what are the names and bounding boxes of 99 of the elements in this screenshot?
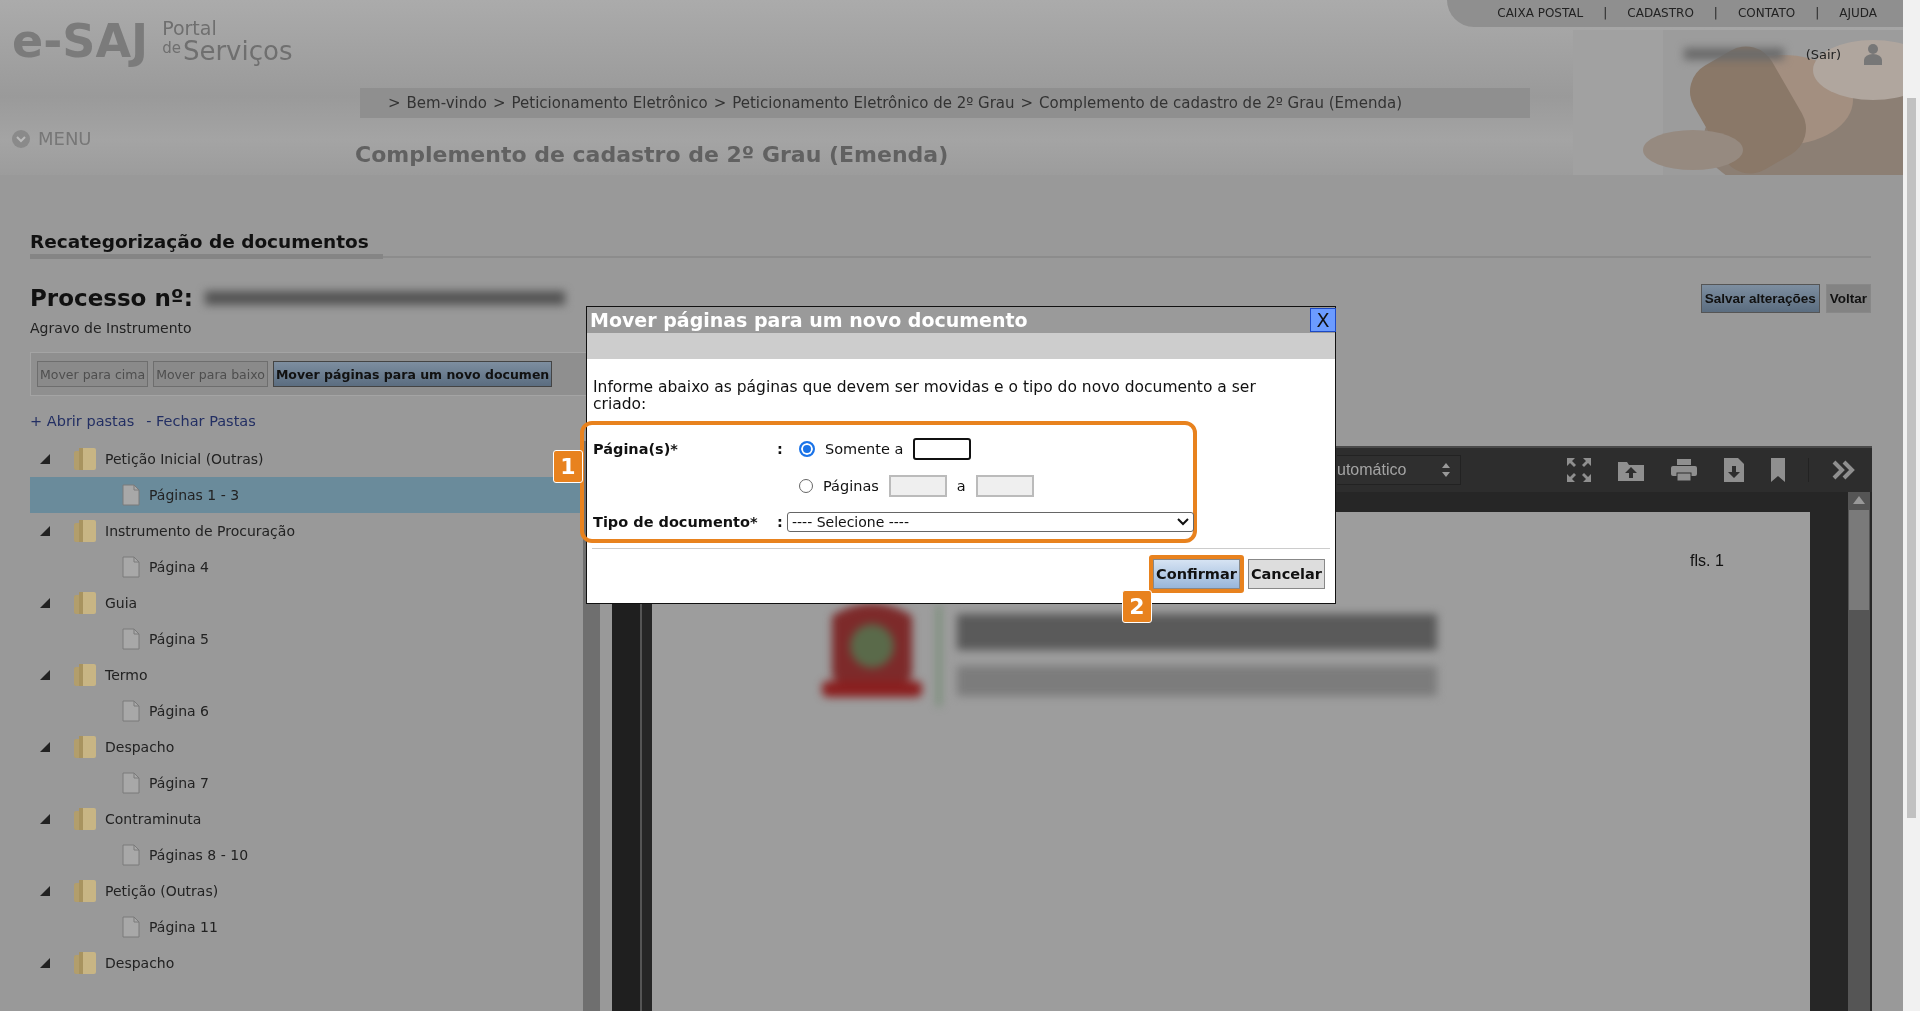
- tree-item[interactable]: Instrumento de Procuração: [30, 513, 299, 549]
- select-value: ---- Selecione ----: [792, 514, 909, 530]
- radio-button[interactable]: [799, 441, 815, 457]
- breadcrumb-link[interactable]: Peticionamento Eletrônico de 2º Grau: [732, 94, 1015, 112]
- document-type-select[interactable]: ---- Selecione ----: [787, 512, 1194, 532]
- callout-badge: 2: [1122, 590, 1152, 623]
- expanded-triangle-icon[interactable]: [39, 886, 51, 896]
- file-icon: [122, 484, 140, 506]
- tree-item[interactable]: Página 6: [30, 693, 213, 729]
- breadcrumb-separator: >: [388, 94, 401, 112]
- field-label: Página(s)*: [593, 441, 679, 457]
- confirm-button[interactable]: Confirmar: [1153, 559, 1240, 589]
- folder-upload-icon[interactable]: [1618, 459, 1644, 481]
- folder-icon: [73, 447, 97, 471]
- tree-item[interactable]: Guia: [30, 585, 142, 621]
- zoom-value: utomático: [1337, 461, 1407, 479]
- chevron-down-icon: [12, 129, 30, 148]
- tree-item[interactable]: Página 7: [30, 765, 213, 801]
- folder-icon: [73, 735, 97, 759]
- folder-link[interactable]: - Fechar Pastas: [146, 413, 256, 429]
- save-button[interactable]: Salvar alterações: [1700, 283, 1820, 313]
- folder-icon: [73, 663, 97, 687]
- logo-subtitle: Portal: [162, 18, 218, 38]
- file-icon: [122, 772, 140, 794]
- nav-link[interactable]: AJUDA: [1839, 6, 1877, 20]
- breadcrumb-separator: >: [492, 94, 506, 112]
- breadcrumb-link[interactable]: Complemento de cadastro de 2º Grau (Emenda): [1039, 94, 1402, 112]
- expanded-triangle-icon[interactable]: [39, 670, 51, 680]
- file-icon: [122, 556, 140, 578]
- tree-item[interactable]: Petição (Outras): [30, 873, 223, 909]
- breadcrumb-link[interactable]: Peticionamento Eletrônico: [511, 94, 708, 112]
- option-label: Somente a: [825, 441, 904, 457]
- print-icon[interactable]: [1671, 459, 1697, 481]
- expanded-triangle-icon[interactable]: [39, 958, 51, 968]
- process-label: Processo nº:: [30, 285, 193, 311]
- folder-icon: [73, 591, 97, 615]
- callout-badge: 1: [553, 450, 583, 483]
- nav-link[interactable]: CONTATO: [1737, 6, 1796, 20]
- expanded-triangle-icon[interactable]: [39, 454, 51, 464]
- toolbar-button[interactable]: Mover páginas para um novo documen: [272, 361, 553, 387]
- folder-link[interactable]: + Abrir pastas: [30, 413, 135, 429]
- tree-item[interactable]: Petição Inicial (Outras): [30, 441, 268, 477]
- folder-icon: [73, 519, 97, 543]
- breadcrumb-separator: >: [1020, 94, 1034, 112]
- tree-item[interactable]: Despacho: [30, 945, 179, 981]
- tree-item[interactable]: Página 4: [30, 549, 213, 585]
- chevron-down-icon: [1177, 518, 1189, 526]
- expanded-triangle-icon[interactable]: [39, 742, 51, 752]
- file-icon: [122, 916, 140, 938]
- cancel-button[interactable]: Cancelar: [1247, 559, 1325, 589]
- nav-separator: |: [1713, 6, 1718, 20]
- nav-separator: |: [1815, 6, 1820, 20]
- page-field[interactable]: [913, 438, 972, 460]
- nav-separator: |: [1603, 6, 1608, 20]
- double-chevron-icon[interactable]: [1832, 460, 1856, 480]
- nav-link[interactable]: CAIXA POSTAL: [1497, 6, 1584, 20]
- file-icon: [122, 700, 140, 722]
- folder-icon: [73, 807, 97, 831]
- fullscreen-icon[interactable]: [1567, 458, 1591, 482]
- scrollbar-thumb[interactable]: [1907, 98, 1916, 818]
- tree-item[interactable]: Páginas 1 - 3: [30, 477, 583, 513]
- tree-item[interactable]: Páginas 8 - 10: [30, 837, 253, 873]
- section-title: Recategorização de documentos: [30, 231, 383, 259]
- process-type: Agravo de Instrumento: [30, 320, 192, 336]
- zoom-select[interactable]: utomático: [1337, 455, 1461, 485]
- nav-link[interactable]: CADASTRO: [1627, 6, 1694, 20]
- option-label: Páginas: [823, 478, 879, 494]
- tree-item[interactable]: Página 11: [30, 909, 222, 945]
- expanded-triangle-icon[interactable]: [39, 814, 51, 824]
- expanded-triangle-icon[interactable]: [39, 526, 51, 536]
- page-scrollbar[interactable]: [1848, 492, 1870, 1011]
- download-icon[interactable]: [1724, 458, 1744, 482]
- page-number-label: fls. 1: [1690, 552, 1725, 570]
- tree-item[interactable]: Contraminuta: [30, 801, 206, 837]
- tree-item[interactable]: Despacho: [30, 729, 179, 765]
- tree-item[interactable]: Página 5: [30, 621, 213, 657]
- field-colon: :: [777, 441, 784, 457]
- tree-item[interactable]: Termo: [30, 657, 152, 693]
- bookmark-icon[interactable]: [1771, 458, 1785, 482]
- file-icon: [122, 628, 140, 650]
- field-label: Tipo de documento*: [593, 514, 759, 530]
- logout-link[interactable]: (Sair): [1805, 46, 1841, 62]
- dialog-title: Mover páginas para um novo documento: [590, 309, 1028, 331]
- spinner-icon: [1442, 463, 1450, 477]
- scroll-up-icon[interactable]: [1853, 496, 1865, 504]
- page-title: Complemento de cadastro de 2º Grau (Emenda): [355, 142, 949, 167]
- file-icon: [122, 844, 140, 866]
- expanded-triangle-icon[interactable]: [39, 598, 51, 608]
- back-button[interactable]: Voltar: [1825, 283, 1871, 313]
- folder-icon: [73, 951, 97, 975]
- breadcrumb-link[interactable]: Bem-vindo: [406, 94, 487, 112]
- close-button[interactable]: X: [1310, 308, 1336, 332]
- instructions-text: Informe abaixo as páginas que devem ser movidas e o tipo do novo documento a ser criado:: [593, 379, 1257, 413]
- folder-icon: [73, 879, 97, 903]
- scrollbar[interactable]: [1903, 0, 1920, 1011]
- field-colon: :: [777, 514, 784, 530]
- breadcrumb-separator: >: [713, 94, 727, 112]
- scrollbar-thumb[interactable]: [1849, 510, 1869, 610]
- range-separator: a: [956, 478, 966, 494]
